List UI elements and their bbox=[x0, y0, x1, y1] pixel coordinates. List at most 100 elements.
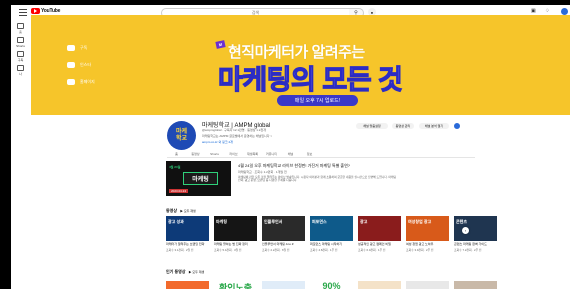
web-icon bbox=[67, 79, 75, 85]
youtube-logo[interactable]: YouTube bbox=[31, 8, 60, 14]
video-thumb-text: 콘텐츠 bbox=[456, 219, 468, 224]
sidebar-item-label: 나 bbox=[19, 72, 22, 76]
section-title: 동영상 bbox=[166, 208, 178, 213]
banner-upload-pill: 매일 오후 7시 업로드! bbox=[277, 95, 358, 106]
channel-avatar-text: 마케 bbox=[175, 128, 188, 135]
manage-videos-button[interactable]: 동영상 관리 bbox=[392, 123, 414, 129]
video-meta: 조회수 2.2천회 · 6일 전 bbox=[262, 247, 290, 252]
video-thumbnail[interactable]: 광고 성과 bbox=[166, 216, 209, 241]
video-title[interactable]: 인플루언서 마케팅 A to Z bbox=[262, 242, 305, 247]
channel-link[interactable]: ampm.co.kr 외 링크 2개 bbox=[202, 140, 233, 144]
play-all-button[interactable]: ▶ 모두 재생 bbox=[180, 209, 196, 213]
banner-link-label: 구독 bbox=[80, 45, 88, 50]
channel-description[interactable]: 마케팅학교는 AMPM 글로벌에서 운영하는 채널입니다 > bbox=[202, 134, 272, 138]
video-thumb-text: 퍼포먼스 bbox=[312, 219, 327, 224]
popular-thumb-text: 90% bbox=[322, 281, 341, 289]
chevron-right-icon[interactable]: › bbox=[462, 227, 469, 234]
popular-video-thumbnail[interactable] bbox=[406, 281, 449, 289]
menu-icon[interactable] bbox=[19, 9, 27, 16]
channel-meta: @ampmglobal · 구독자 12.1만명 · 동영상 1.2천개 bbox=[202, 128, 266, 132]
sidebar-item-home[interactable]: 홈 bbox=[13, 23, 28, 34]
play-all-button[interactable]: ▶ 모두 재생 bbox=[189, 270, 205, 274]
video-card[interactable]: 퍼포먼스 퍼포먼스 마케팅 시작하기 조회수 4.8천회 · 1주 전 bbox=[310, 216, 353, 252]
video-thumbnail[interactable]: 콘텐츠 bbox=[454, 216, 497, 241]
tabs-divider bbox=[167, 157, 475, 158]
video-title[interactable]: 콘텐츠 마케팅 완벽 가이드 bbox=[454, 242, 497, 247]
home-icon bbox=[17, 23, 24, 29]
featured-thumb-box: 마케팅 bbox=[183, 172, 218, 185]
sidebar-item-subscriptions[interactable]: 구독 bbox=[13, 51, 28, 62]
sidebar-item-shorts[interactable]: Shorts bbox=[13, 37, 28, 48]
video-card[interactable]: 광고성공적인 광고 캠페인 비밀 조회수 6.0천회 · 1주 전 bbox=[358, 216, 401, 252]
video-title[interactable]: 퍼포먼스 마케팅 시작하기 bbox=[310, 242, 353, 247]
banner-title: 마케팅의 모든 것 bbox=[217, 64, 403, 95]
video-card[interactable]: 광고 성과마케터가 알려주는 브랜딩 전략 조회수 3.1천회 · 2일 전 bbox=[166, 216, 209, 252]
tab-live[interactable]: 라이브 bbox=[224, 150, 243, 157]
channel-avatar[interactable]: 마케 학교 bbox=[167, 121, 196, 150]
video-title[interactable]: 성공적인 광고 캠페인 비밀 bbox=[358, 242, 401, 247]
video-thumb-text: 마케팅 bbox=[216, 219, 228, 224]
tab-about[interactable]: 정보 bbox=[300, 150, 319, 157]
popular-video-thumbnail[interactable] bbox=[262, 281, 305, 289]
banner-link-instagram[interactable]: 인스타 bbox=[67, 62, 95, 68]
popular-video-thumbnail[interactable] bbox=[358, 281, 401, 289]
sidebar-item-label: 홈 bbox=[19, 30, 22, 34]
video-title[interactable]: 마케터가 알려주는 브랜딩 전략 bbox=[166, 242, 209, 247]
banner-links: 구독 인스타 홈페이지 bbox=[67, 45, 95, 96]
sidebar-item-label: 구독 bbox=[17, 58, 24, 62]
sidebar: 홈 Shorts 구독 나 bbox=[11, 19, 30, 289]
sidebar-item-you[interactable]: 나 bbox=[13, 65, 28, 76]
tab-community[interactable]: 커뮤니티 bbox=[262, 150, 281, 157]
video-card[interactable]: 인플루언서인플루언서 마케팅 A to Z 조회수 2.2천회 · 6일 전 bbox=[262, 216, 305, 252]
channel-analytics-button[interactable]: 채널 분석 열기 bbox=[419, 123, 449, 129]
section-header-popular: 인기 동영상 ▶ 모두 재생 bbox=[166, 269, 204, 275]
tab-channels[interactable]: 채널 bbox=[281, 150, 300, 157]
tab-videos[interactable]: 동영상 bbox=[186, 150, 205, 157]
video-thumbnail[interactable]: 인플루언서 bbox=[262, 216, 305, 241]
create-icon[interactable]: ▣ bbox=[531, 8, 536, 14]
channel-banner: 구독 인스타 홈페이지 M 현직마케터가 알려주는 마케팅의 모든 것 매일 오… bbox=[31, 15, 570, 115]
channel-action-icon[interactable] bbox=[454, 123, 460, 129]
notifications-icon[interactable]: ♢ bbox=[545, 8, 549, 14]
tab-playlists[interactable]: 재생목록 bbox=[243, 150, 262, 157]
sidebar-item-label: Shorts bbox=[16, 44, 25, 48]
video-thumb-text: 인플루언서 bbox=[264, 219, 283, 224]
video-meta: 조회수 3.9천회 · 2주 전 bbox=[406, 247, 434, 252]
popular-thumb-text: 확인노출 bbox=[218, 283, 253, 289]
customize-channel-button[interactable]: 채널 맞춤설정 bbox=[356, 123, 388, 129]
video-title[interactable]: 여성 창업 광고 노하우 bbox=[406, 242, 449, 247]
channel-avatar-text: 학교 bbox=[175, 135, 188, 142]
banner-link-label: 홈페이지 bbox=[80, 79, 95, 84]
section-title: 인기 동영상 bbox=[166, 269, 186, 274]
video-card[interactable]: 여성창업 광고여성 창업 광고 노하우 조회수 3.9천회 · 2주 전 bbox=[406, 216, 449, 252]
video-thumb-text: 여성창업 광고 bbox=[408, 219, 432, 224]
video-card[interactable]: 콘텐츠 콘텐츠 마케팅 완벽 가이드 조회수 7.2천회 · 2주 전 bbox=[454, 216, 497, 252]
video-thumbnail[interactable]: 퍼포먼스 bbox=[310, 216, 353, 241]
featured-thumb-text: 4월 24일 bbox=[169, 165, 181, 169]
banner-link-youtube[interactable]: 구독 bbox=[67, 45, 95, 51]
shorts-icon bbox=[17, 37, 24, 43]
video-thumb-text: 광고 bbox=[360, 219, 368, 224]
banner-link-homepage[interactable]: 홈페이지 bbox=[67, 79, 95, 85]
youtube-logo-icon bbox=[31, 8, 40, 14]
video-meta: 조회수 3.1천회 · 2일 전 bbox=[166, 247, 194, 252]
avatar[interactable] bbox=[561, 8, 568, 15]
tab-shorts[interactable]: Shorts bbox=[205, 150, 224, 157]
video-thumbnail[interactable]: 마케팅 bbox=[214, 216, 257, 241]
popular-video-thumbnail[interactable]: 90% bbox=[310, 281, 353, 289]
video-thumb-text: 광고 성과 bbox=[168, 219, 184, 224]
popular-video-thumbnail[interactable] bbox=[166, 281, 209, 289]
video-title[interactable]: 마케팅 잘하는 법 진짜 정리 bbox=[214, 242, 257, 247]
video-thumbnail[interactable]: 광고 bbox=[358, 216, 401, 241]
you-icon bbox=[17, 65, 24, 71]
featured-video-title[interactable]: 4월 24일 오후 마케팅학교 라이브 한정판! 가진거 마케팅 특별 출연? bbox=[238, 163, 350, 169]
video-card[interactable]: 마케팅 마케팅 잘하는 법 진짜 정리 조회수 5.4천회 · 4일 전 bbox=[214, 216, 257, 252]
video-meta: 조회수 6.0천회 · 1주 전 bbox=[358, 247, 386, 252]
play-all-label: 모두 재생 bbox=[183, 209, 196, 213]
browser-window: YouTube 검색 ⚲ ● ▣ ♢ 홈 Shorts 구독 나 구독 인스타 … bbox=[11, 5, 570, 289]
popular-video-thumbnail[interactable]: 확인노출 bbox=[214, 281, 257, 289]
popular-video-thumbnail[interactable] bbox=[454, 281, 497, 289]
featured-video-thumbnail[interactable]: 4월 24일 마케팅 2023.04.24 bbox=[166, 161, 231, 196]
video-thumbnail[interactable]: 여성창업 광고 bbox=[406, 216, 449, 241]
youtube-icon bbox=[67, 45, 75, 51]
